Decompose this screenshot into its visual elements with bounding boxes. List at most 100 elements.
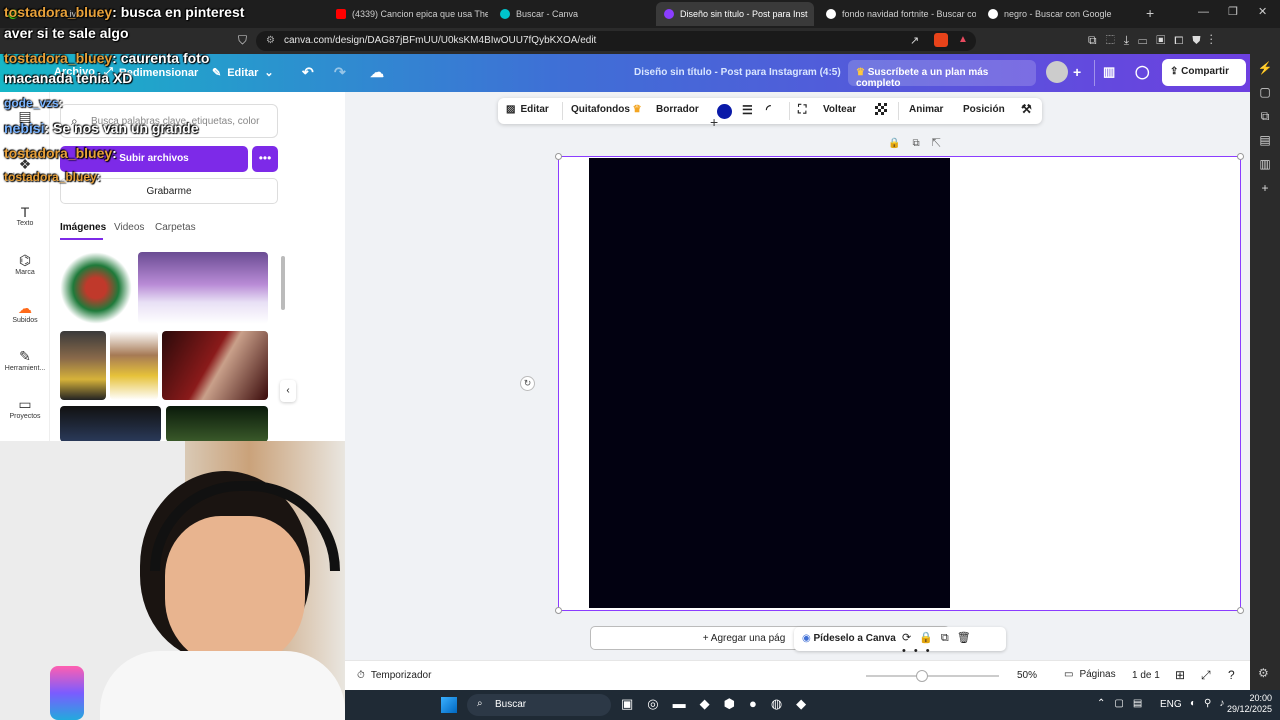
quitafondos-button[interactable]: Quitafondos ♛ bbox=[571, 104, 642, 115]
windows-start-icon[interactable] bbox=[441, 697, 457, 713]
rail-item-marca[interactable]: ⌬ Marca bbox=[0, 252, 50, 276]
rail-item-proyectos[interactable]: ▭ Proyectos bbox=[0, 396, 50, 420]
panel-scrollbar[interactable] bbox=[281, 256, 285, 310]
transparency-icon[interactable] bbox=[875, 103, 887, 115]
undo-icon[interactable]: ↶ bbox=[302, 64, 314, 81]
rail-item-subidos[interactable]: ☁ Subidos bbox=[0, 300, 50, 324]
browser-toolbar-icons[interactable]: ⧉⬚⤓▭▣⧠⛊⋮ bbox=[1088, 33, 1222, 48]
resize-handle[interactable] bbox=[555, 153, 562, 160]
redo-icon[interactable]: ↷ bbox=[334, 64, 346, 81]
page-actions-icons[interactable]: 🔒⧉⇱ bbox=[888, 138, 953, 149]
help-icon[interactable]: ? bbox=[1228, 668, 1235, 682]
rail-item-herramientas[interactable]: ✎ Herramient... bbox=[0, 348, 50, 372]
browser-tab-google-fondo[interactable]: fondo navidad fortnite - Buscar con G bbox=[818, 2, 976, 26]
rail-label: Herramient... bbox=[4, 365, 46, 372]
text-icon: T bbox=[20, 204, 30, 220]
resize-handle[interactable] bbox=[1237, 607, 1244, 614]
fullscreen-icon[interactable]: ⤢ bbox=[1201, 668, 1211, 683]
pages-button[interactable]: ▭ Páginas bbox=[1064, 669, 1116, 680]
image-thumbnail-wreath[interactable] bbox=[60, 252, 132, 324]
avatar[interactable] bbox=[1046, 61, 1068, 83]
ask-canva-label[interactable]: Pídeselo a Canva bbox=[814, 633, 896, 644]
timer-button[interactable]: ⏱ Temporizador bbox=[357, 670, 431, 681]
quitafondos-label: Quitafondos bbox=[571, 104, 630, 115]
taskbar-app-icons[interactable]: ▣◎▬◆⬢●◍◆ bbox=[621, 696, 820, 712]
edit-image-button[interactable]: ▨ Editar bbox=[506, 104, 549, 115]
rail-item-texto[interactable]: T Texto bbox=[0, 204, 50, 227]
browser-side-panel: ⚡ ▢ ⧉ ▤ ▥ + bbox=[1250, 54, 1280, 690]
sidebar-icons[interactable]: ⚡ ▢ ⧉ ▤ ▥ + bbox=[1250, 54, 1280, 200]
image-thumbnail-stage[interactable] bbox=[166, 406, 268, 442]
zoom-slider-thumb[interactable] bbox=[916, 670, 928, 682]
close-window-icon[interactable]: ✕ bbox=[1258, 5, 1267, 18]
system-tray-icons[interactable]: ⌃▢▤ bbox=[1097, 698, 1151, 709]
brave-shields-icon[interactable] bbox=[934, 33, 948, 47]
tab-carpetas[interactable]: Carpetas bbox=[155, 222, 196, 233]
canva-ai-icon: ◉ bbox=[802, 633, 814, 644]
chat-text: : bbox=[58, 96, 63, 110]
share-button[interactable]: ⇪ Compartir bbox=[1162, 59, 1246, 86]
rotate-handle-icon[interactable]: ↻ bbox=[520, 376, 535, 391]
upload-label: Subir archivos bbox=[119, 153, 189, 164]
browser-tab-youtube[interactable]: (4339) Cancion epica que usa TheGr bbox=[328, 2, 488, 26]
tab-videos[interactable]: Videos bbox=[114, 222, 144, 233]
tab-label: Buscar - Canva bbox=[516, 9, 579, 19]
maximize-icon[interactable]: ❐ bbox=[1228, 5, 1238, 18]
url-text: canva.com/design/DAG87jBFmUU/U0ksKM4BIwO… bbox=[284, 35, 597, 46]
toolbar-divider bbox=[898, 102, 899, 120]
site-info-icon[interactable]: ⚙ bbox=[266, 35, 275, 46]
borrador-button[interactable]: Borrador bbox=[656, 104, 699, 115]
tab-imagenes[interactable]: Imágenes bbox=[60, 222, 106, 233]
rail-label: Marca bbox=[15, 269, 35, 276]
add-collaborator-icon[interactable]: + bbox=[1073, 64, 1081, 80]
image-thumbnail-fighter-2[interactable] bbox=[110, 331, 158, 400]
design-page-black-image[interactable] bbox=[589, 158, 950, 608]
voltear-button[interactable]: Voltear bbox=[823, 104, 856, 115]
comment-icon[interactable]: ◯ bbox=[1135, 64, 1150, 80]
copy-style-icon[interactable]: ⚒ bbox=[1021, 102, 1032, 116]
line-weight-icon[interactable]: ☰ bbox=[742, 103, 753, 117]
stopwatch-icon: ⏱ bbox=[357, 670, 365, 681]
bookmark-icon[interactable]: ⛉ bbox=[238, 33, 247, 48]
minimize-icon[interactable]: — bbox=[1198, 6, 1209, 18]
url-field[interactable]: ⚙ canva.com/design/DAG87jBFmUU/U0ksKM4BI… bbox=[256, 31, 976, 51]
new-tab-icon[interactable]: + bbox=[1146, 5, 1154, 21]
editar-mode-button[interactable]: ✎ Editar ⌄ bbox=[212, 66, 274, 80]
chat-message: aver si te sale algo bbox=[4, 25, 129, 41]
grid-view-icon[interactable]: ⊞ bbox=[1175, 668, 1185, 682]
cloud-save-icon[interactable]: ☁ bbox=[370, 64, 384, 81]
image-thumbnail-winter-scene[interactable] bbox=[138, 252, 268, 324]
zoom-value[interactable]: 50% bbox=[1017, 670, 1037, 681]
animar-button[interactable]: Animar bbox=[909, 104, 943, 115]
page-quick-icons[interactable]: ⟳🔒⧉🗑••• bbox=[902, 631, 1006, 657]
browser-tab-canva-design[interactable]: Diseño sin título - Post para Inst✕ bbox=[656, 2, 814, 26]
resize-handle[interactable] bbox=[555, 607, 562, 614]
google-favicon-icon bbox=[988, 9, 998, 19]
image-thumbnail-arena[interactable] bbox=[60, 406, 161, 442]
chat-text: : bbox=[96, 170, 101, 184]
more-options-icon[interactable]: ••• bbox=[252, 146, 278, 172]
color-swatch[interactable] bbox=[717, 104, 732, 119]
posicion-button[interactable]: Posición bbox=[963, 104, 1005, 115]
chat-message: tostadora_bluey: busca en pinterest bbox=[4, 4, 244, 20]
document-title[interactable]: Diseño sin título - Post para Instagram … bbox=[634, 67, 841, 78]
pencil-icon: ✎ bbox=[212, 67, 222, 79]
insights-chart-icon[interactable]: ▥ bbox=[1103, 64, 1115, 80]
clock[interactable]: 20:00 29/12/2025 bbox=[1227, 693, 1272, 715]
subscribe-button[interactable]: ♛ Suscríbete a un plan más completo bbox=[848, 60, 1036, 89]
browser-tab-canva-search[interactable]: Buscar - Canva bbox=[492, 2, 652, 26]
browser-tab-google-negro[interactable]: negro - Buscar con Google bbox=[980, 2, 1138, 26]
crop-icon[interactable]: ⛶ bbox=[798, 102, 806, 117]
image-thumbnail-fighter-1[interactable] bbox=[60, 331, 106, 400]
image-thumbnail-fighter-ring[interactable] bbox=[162, 331, 268, 400]
settings-gear-icon[interactable]: ⚙ bbox=[1258, 666, 1269, 680]
language-indicator[interactable]: ENG bbox=[1160, 699, 1182, 710]
canva-favicon-icon bbox=[664, 9, 674, 19]
brave-rewards-icon[interactable]: ▲ bbox=[958, 34, 968, 45]
corner-rounding-icon[interactable]: ◜ bbox=[766, 102, 771, 116]
taskbar-search[interactable]: ⌕ Buscar bbox=[467, 694, 611, 716]
share-page-icon[interactable]: ↗ bbox=[910, 34, 919, 47]
zoom-slider-track[interactable] bbox=[866, 675, 999, 677]
resize-handle[interactable] bbox=[1237, 153, 1244, 160]
collapse-panel-icon[interactable]: ‹ bbox=[280, 380, 296, 402]
